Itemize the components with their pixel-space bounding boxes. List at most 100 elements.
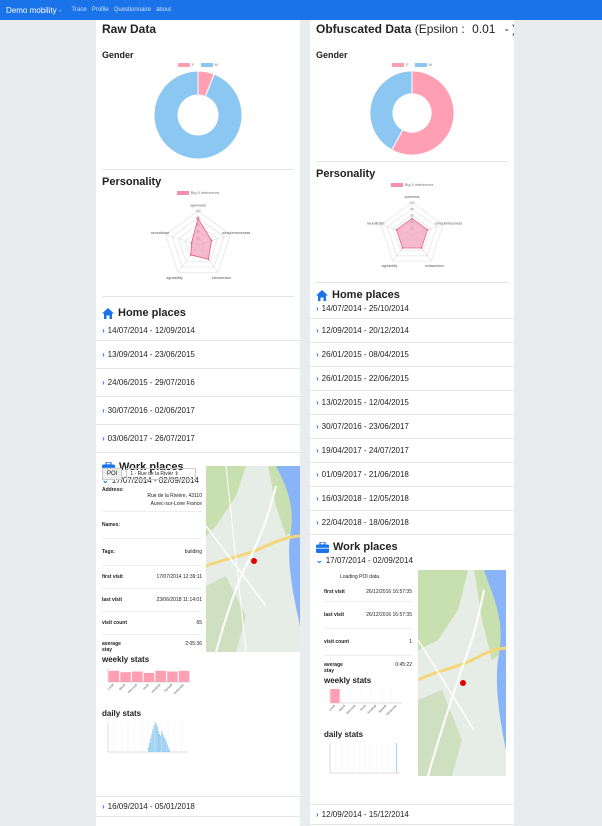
home-icon [316, 289, 328, 301]
map-tiles [418, 570, 506, 776]
chevron-right-icon: › [316, 518, 319, 527]
map-tiles [206, 466, 300, 652]
raw-daily-stats-chart [107, 722, 188, 753]
legend-m: M [428, 62, 432, 67]
home-place-item[interactable]: › 12/09/2014 - 20/12/2014 [310, 319, 514, 343]
radar-point [210, 239, 213, 242]
obf-poi-map[interactable] [418, 570, 506, 776]
work-date-range: 17/07/2014 - 02/09/2014 [325, 556, 413, 565]
work-place-item[interactable]: › 12/09/2014 - 15/12/2014 [310, 804, 514, 825]
chevron-right-icon: › [102, 326, 105, 335]
weekly-bar-lundi [330, 689, 340, 703]
epsilon-dropdown-icon[interactable]: - [505, 22, 509, 36]
home-place-item[interactable]: › 19/04/2017 - 24/07/2017 [310, 439, 514, 463]
radar-point [190, 241, 193, 244]
nav-link-questionnaire[interactable]: Questionnaire [114, 7, 151, 13]
obf-poi-details: Loading POI data. first visit 26/12/2016 … [324, 572, 412, 794]
first-visit-value: 26/12/2016 16:57:35 [366, 589, 412, 595]
average-stay-value: 0:45:22 [395, 662, 412, 668]
home-place-item[interactable]: › 22/04/2018 - 18/06/2018 [310, 511, 514, 535]
daily-bar [150, 738, 152, 752]
home-place-item[interactable]: › 30/07/2016 - 23/06/2017 [310, 415, 514, 439]
raw-personality-radar-chart: openness conscientousness extraversion agre… [151, 204, 251, 280]
nav-link-about[interactable]: about [156, 7, 171, 13]
chevron-right-icon: › [316, 374, 319, 383]
home-date-range: 19/04/2017 - 24/07/2017 [321, 446, 409, 455]
personality-heading-text: Personality [102, 176, 162, 188]
home-place-item[interactable]: › 01/09/2017 - 21/06/2018 [310, 463, 514, 487]
names-key: Names: [102, 522, 121, 528]
chevron-right-icon: › [316, 470, 319, 479]
obf-weekly-stats-chart: Lundi Mardi Mercredi Jeudi Vendredi SamediDim… [328, 689, 402, 716]
weekly-tick-label: Lundi [107, 683, 115, 691]
epsilon-select[interactable]: 0.01 [472, 22, 495, 36]
daily-bar [156, 726, 158, 752]
legend-f: F [406, 62, 409, 67]
home-place-item[interactable]: › 26/01/2015 - 22/06/2015 [310, 367, 514, 391]
chevron-right-icon: › [316, 350, 319, 359]
obf-personality-radar-chart: openness conscientousness extraversion agre… [367, 195, 463, 268]
radar-axis-label: conscientousness [222, 231, 251, 235]
obf-title-close: ) [512, 22, 514, 36]
radar-axis-label: agreability [382, 264, 398, 268]
home-date-range: 26/01/2015 - 08/04/2015 [321, 350, 409, 359]
raw-poi-details: POI 1 - Rue de la Rivièr ⇕ Address: Rue … [102, 466, 202, 773]
radar-tick-label: 80 [410, 207, 414, 211]
visit-count-key: visit count [102, 620, 128, 626]
personality-heading-text: Personality [316, 168, 376, 180]
home-date-range: 30/07/2016 - 23/06/2017 [321, 422, 409, 431]
raw-data-title: Raw Data [102, 22, 157, 36]
weekly-tick-label: Dimanche [172, 683, 185, 696]
chevron-right-icon: › [316, 494, 319, 503]
radar-point [189, 254, 192, 256]
home-places-text: Home places [332, 289, 400, 301]
home-place-item[interactable]: › 13/02/2015 - 12/04/2015 [310, 391, 514, 415]
nav-link-profile[interactable]: Profile [92, 7, 109, 13]
home-place-item[interactable]: › 14/07/2014 - 25/10/2014 [310, 303, 514, 319]
radar-series-area [190, 217, 213, 260]
chevron-right-icon: › [316, 422, 319, 431]
address-line-2: Aurec-sur-Loire France [150, 500, 202, 507]
home-date-range: 30/07/2016 - 02/06/2017 [107, 406, 195, 415]
raw-poi-map[interactable] [206, 466, 300, 652]
nav-link-trace[interactable]: Trace [72, 7, 87, 13]
radar-point [401, 247, 404, 249]
radar-axis-label: openness [190, 204, 206, 208]
poi-select[interactable]: 1 - Rue de la Rivièr ⇕ [126, 468, 196, 480]
home-place-item[interactable]: › 14/07/2014 - 12/09/2014 [96, 321, 300, 341]
radar-axis-label: neuroticism [151, 231, 169, 235]
daily-stats-heading: daily stats [324, 730, 364, 739]
work-place-item-open[interactable]: ⌄ 17/07/2014 - 02/09/2014 [310, 555, 514, 566]
weekly-tick-label: Mardi [338, 704, 346, 712]
work-places-heading: Work places [310, 537, 514, 555]
daily-bar [160, 735, 162, 752]
average-stay-key: average stay [102, 641, 121, 653]
gender-heading: Gender [102, 50, 134, 60]
home-place-item[interactable]: › 13/09/2014 - 23/06/2015 [96, 341, 300, 369]
home-places-text: Home places [118, 307, 186, 319]
daily-bar [149, 743, 151, 752]
chevron-right-icon: › [316, 398, 319, 407]
work-place-item[interactable]: › 16/09/2014 - 05/01/2018 [96, 796, 300, 817]
weekly-bar-dimanche [178, 670, 190, 682]
home-date-range: 12/09/2014 - 20/12/2014 [321, 326, 409, 335]
chevron-right-icon: › [102, 350, 105, 359]
last-visit-key: last visit [102, 597, 123, 603]
visit-count-value: 1 [409, 639, 412, 645]
brand-link[interactable]: Demo mobility - [6, 6, 62, 15]
home-place-item[interactable]: › 30/07/2016 - 02/06/2017 [96, 397, 300, 425]
home-place-item[interactable]: › 26/01/2015 - 08/04/2015 [310, 343, 514, 367]
chevron-right-icon: › [102, 378, 105, 387]
daily-bar [158, 731, 159, 752]
visit-count-key: visit count [324, 639, 350, 645]
daily-bar [152, 729, 154, 752]
tags-key: Tags: [102, 549, 115, 555]
weekly-tick-label: Jeudi [359, 704, 367, 712]
daily-bar [151, 734, 153, 752]
home-place-item[interactable]: › 03/06/2017 - 26/07/2017 [96, 425, 300, 453]
radar-tick-label: 60 [410, 213, 414, 217]
home-place-item[interactable]: › 24/06/2015 - 29/07/2016 [96, 369, 300, 397]
raw-gender-donut-chart [153, 70, 243, 160]
home-place-item[interactable]: › 16/03/2018 - 12/05/2018 [310, 487, 514, 511]
legend-f: F [192, 62, 195, 67]
